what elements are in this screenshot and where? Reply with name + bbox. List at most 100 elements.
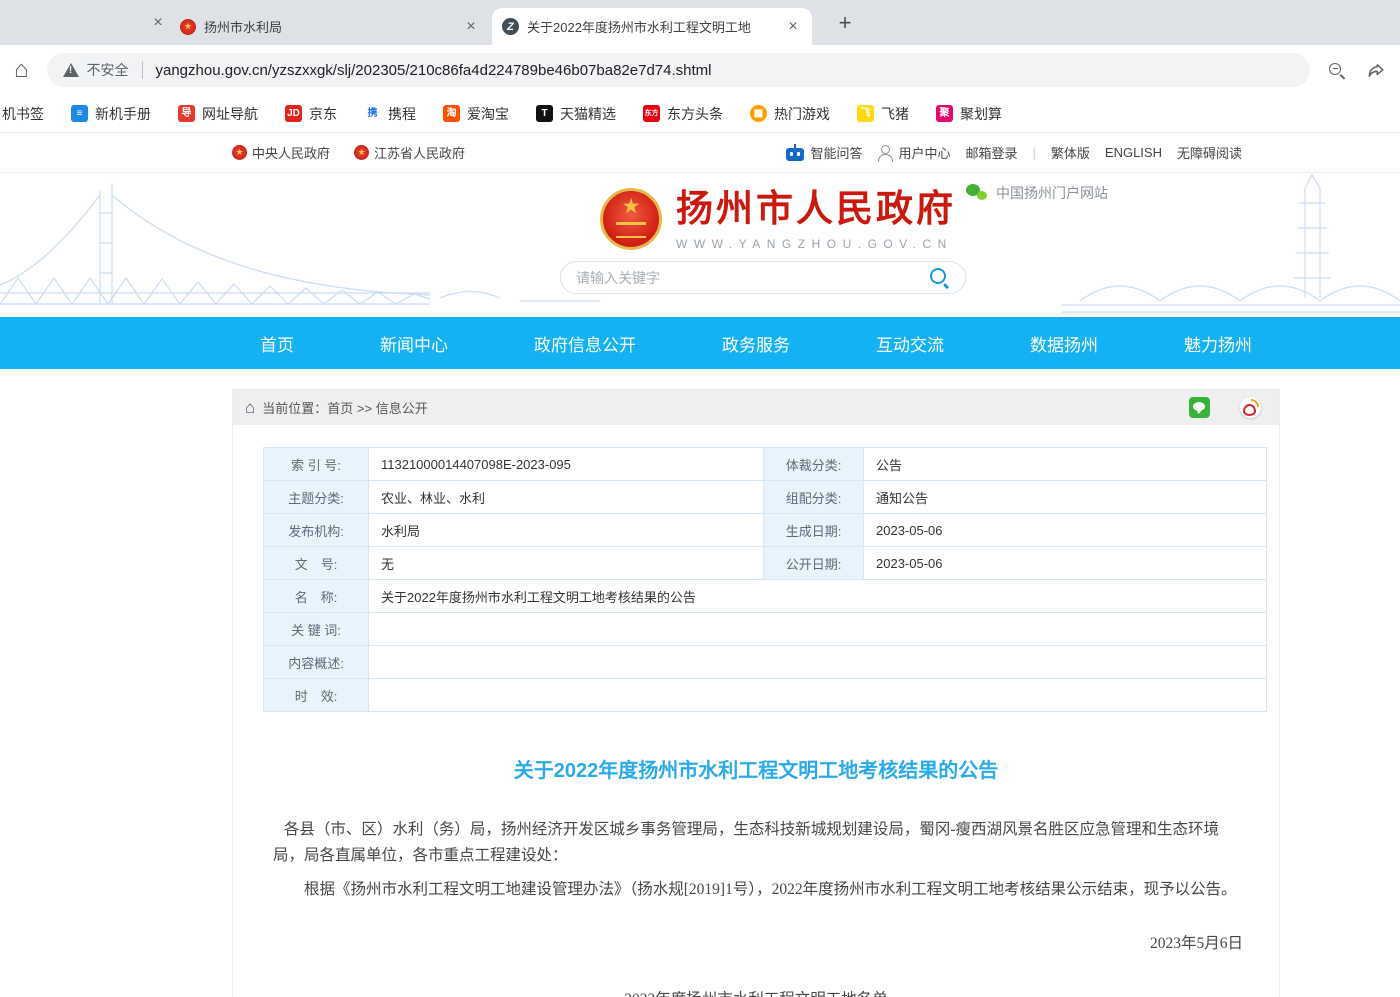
close-tab-icon[interactable] — [462, 18, 480, 36]
taobao-icon: 淘 — [443, 105, 460, 122]
site-logo[interactable]: 扬州市人民政府 WWW.YANGZHOU.GOV.CN — [600, 188, 956, 251]
mail-login-link[interactable]: 邮箱登录 — [965, 143, 1017, 162]
nav-item-charm[interactable]: 魅力扬州 — [1184, 331, 1252, 356]
weibo-share-icon[interactable] — [1240, 397, 1261, 418]
bookmark-toutiao[interactable]: 东方东方头条 — [643, 104, 723, 124]
nav-item-services[interactable]: 政务服务 — [722, 331, 790, 356]
breadcrumb: 当前位置：首页 >> 信息公开 — [262, 398, 427, 417]
article-date: 2023年5月6日 — [233, 931, 1279, 953]
bookmark-aitaobao[interactable]: 淘爱淘宝 — [443, 104, 509, 124]
bookmark-manual[interactable]: ≡ 新机手册 — [71, 104, 151, 124]
bookmark-tmall[interactable]: T 天猫精选 — [536, 104, 616, 124]
nav-item-news[interactable]: 新闻中心 — [380, 331, 448, 356]
tab-title: 扬州市水利局 — [204, 17, 454, 36]
smart-qa-link[interactable]: 智能问答 — [786, 143, 862, 162]
portal-label: 中国扬州门户网站 — [996, 183, 1108, 203]
juhuasuan-icon: 聚 — [936, 105, 953, 122]
browser-tab-strip: 扬州市水利局 关于2022年度扬州市水利工程文明工地 — [0, 0, 1400, 45]
breadcrumb-home-icon[interactable] — [245, 399, 255, 416]
traditional-version-link[interactable]: 繁体版 — [1051, 143, 1090, 162]
meta-value: 2023-05-06 — [864, 547, 1267, 580]
national-emblem-favicon — [180, 19, 196, 35]
gov-link-1[interactable]: 江苏省人民政府 — [354, 143, 465, 162]
meta-row: 发布机构:水利局生成日期:2023-05-06 — [264, 514, 1267, 547]
bookmark-label: 聚划算 — [960, 104, 1002, 124]
meta-row: 名 称:关于2022年度扬州市水利工程文明工地考核结果的公告 — [264, 580, 1267, 613]
tab-yangzhou-water-bureau[interactable]: 扬州市水利局 — [170, 8, 490, 45]
not-secure-warning-icon[interactable] — [63, 63, 79, 77]
accessibility-link[interactable]: 无障碍阅读 — [1177, 143, 1242, 162]
bookmark-label: 东方头条 — [667, 104, 723, 124]
divider: | — [1033, 145, 1036, 160]
meta-label: 文 号: — [264, 547, 369, 580]
meta-value — [369, 646, 1267, 679]
meta-label: 生成日期: — [764, 514, 864, 547]
article-title: 关于2022年度扬州市水利工程文明工地考核结果的公告 — [233, 754, 1279, 783]
nav-item-home[interactable]: 首页 — [260, 331, 294, 356]
bookmark-site-nav[interactable]: 导网址导航 — [178, 104, 258, 124]
tab-announcement-active[interactable]: 关于2022年度扬州市水利工程文明工地 — [492, 8, 812, 45]
tab-title: 关于2022年度扬州市水利工程文明工地 — [527, 17, 776, 36]
meta-row: 时 效: — [264, 679, 1267, 712]
gov-link-0[interactable]: 中央人民政府 — [232, 143, 330, 162]
zoom-out-icon[interactable] — [1328, 62, 1345, 79]
site-banner: 扬州市人民政府 WWW.YANGZHOU.GOV.CN 中国扬州门户网站 — [0, 173, 1400, 317]
meta-label: 体裁分类: — [764, 448, 864, 481]
security-label: 不安全 — [87, 60, 129, 80]
article-paragraph: 各县（市、区）水利（务）局，扬州经济开发区城乡事务管理局，生态科技新城规划建设局… — [273, 817, 1239, 869]
hot-games-icon: ▦ — [750, 105, 767, 122]
new-tab-button[interactable] — [832, 10, 858, 36]
meta-value: 通知公告 — [864, 481, 1267, 514]
bookmark-label: 京东 — [309, 104, 337, 124]
wechat-share-icon[interactable] — [1189, 397, 1210, 418]
bookmark-label: 天猫精选 — [560, 104, 616, 124]
site-name: 扬州市人民政府 — [676, 188, 956, 231]
nav-item-interaction[interactable]: 互动交流 — [876, 331, 944, 356]
share-icon[interactable] — [1367, 61, 1386, 80]
content-panel: 当前位置：首页 >> 信息公开 索 引 号:11321000014407098E… — [232, 389, 1280, 997]
bookmark-games[interactable]: ▦ 热门游戏 — [750, 104, 830, 124]
meta-label: 时 效: — [264, 679, 369, 712]
utility-bar: 中央人民政府 江苏省人民政府 智能问答 用户中心 邮箱登录 | 繁体版 ENGLI… — [0, 133, 1400, 173]
article-list-title: 2022年度扬州市水利工程文明工地名单 — [233, 987, 1279, 997]
meta-value: 2023-05-06 — [864, 514, 1267, 547]
meta-row: 文 号:无公开日期:2023-05-06 — [264, 547, 1267, 580]
close-tab-icon[interactable] — [149, 14, 167, 32]
wechat-icon — [966, 184, 988, 202]
smart-qa-label: 智能问答 — [810, 143, 862, 162]
bookmark-jd[interactable]: JD京东 — [285, 104, 337, 124]
nav-item-info-disclosure[interactable]: 政府信息公开 — [534, 331, 636, 356]
meta-value: 11321000014407098E-2023-095 — [369, 448, 764, 481]
search-input[interactable] — [576, 270, 921, 286]
meta-value: 公告 — [864, 448, 1267, 481]
meta-value: 无 — [369, 547, 764, 580]
bookmark-label: 新机手册 — [95, 104, 151, 124]
address-bar[interactable]: 不安全 yangzhou.gov.cn/yzszxxgk/slj/202305/… — [47, 53, 1311, 87]
search-icon[interactable] — [929, 267, 950, 288]
nav-item-data[interactable]: 数据扬州 — [1030, 331, 1098, 356]
meta-label: 索 引 号: — [264, 448, 369, 481]
utility-links: 智能问答 用户中心 邮箱登录 | 繁体版 ENGLISH 无障碍阅读 — [786, 143, 1242, 162]
bookmarks-bar: 机书签 ≡ 新机手册 导网址导航 JD京东 携携程 淘爱淘宝 T 天猫精选 东方东方头条 ▦ 热门游戏… — [0, 95, 1400, 133]
bookmark-fliggy[interactable]: 飞飞猪 — [857, 104, 909, 124]
bookmark-label: 热门游戏 — [774, 104, 830, 124]
meta-row: 索 引 号:11321000014407098E-2023-095体裁分类:公告 — [264, 448, 1267, 481]
manual-icon: ≡ — [71, 105, 88, 122]
site-url-tagline: WWW.YANGZHOU.GOV.CN — [676, 237, 956, 251]
meta-table-body: 索 引 号:11321000014407098E-2023-095体裁分类:公告… — [264, 448, 1267, 712]
user-center-link[interactable]: 用户中心 — [877, 143, 950, 162]
user-center-label: 用户中心 — [898, 143, 950, 162]
meta-value — [369, 613, 1267, 646]
bookmark-ctrip[interactable]: 携携程 — [364, 104, 416, 124]
home-icon[interactable] — [14, 58, 29, 82]
meta-label: 主题分类: — [264, 481, 369, 514]
tmall-icon: T — [536, 105, 553, 122]
breadcrumb-bar: 当前位置：首页 >> 信息公开 — [233, 390, 1279, 425]
portal-link[interactable]: 中国扬州门户网站 — [966, 183, 1108, 203]
english-link[interactable]: ENGLISH — [1105, 145, 1162, 160]
bookmark-label: 飞猪 — [881, 104, 909, 124]
gov-links: 中央人民政府 江苏省人民政府 — [232, 143, 489, 162]
bookmark-phone-bookmarks[interactable]: 机书签 — [2, 104, 44, 124]
bookmark-juhuasuan[interactable]: 聚聚划算 — [936, 104, 1002, 124]
close-tab-icon[interactable] — [784, 18, 802, 36]
